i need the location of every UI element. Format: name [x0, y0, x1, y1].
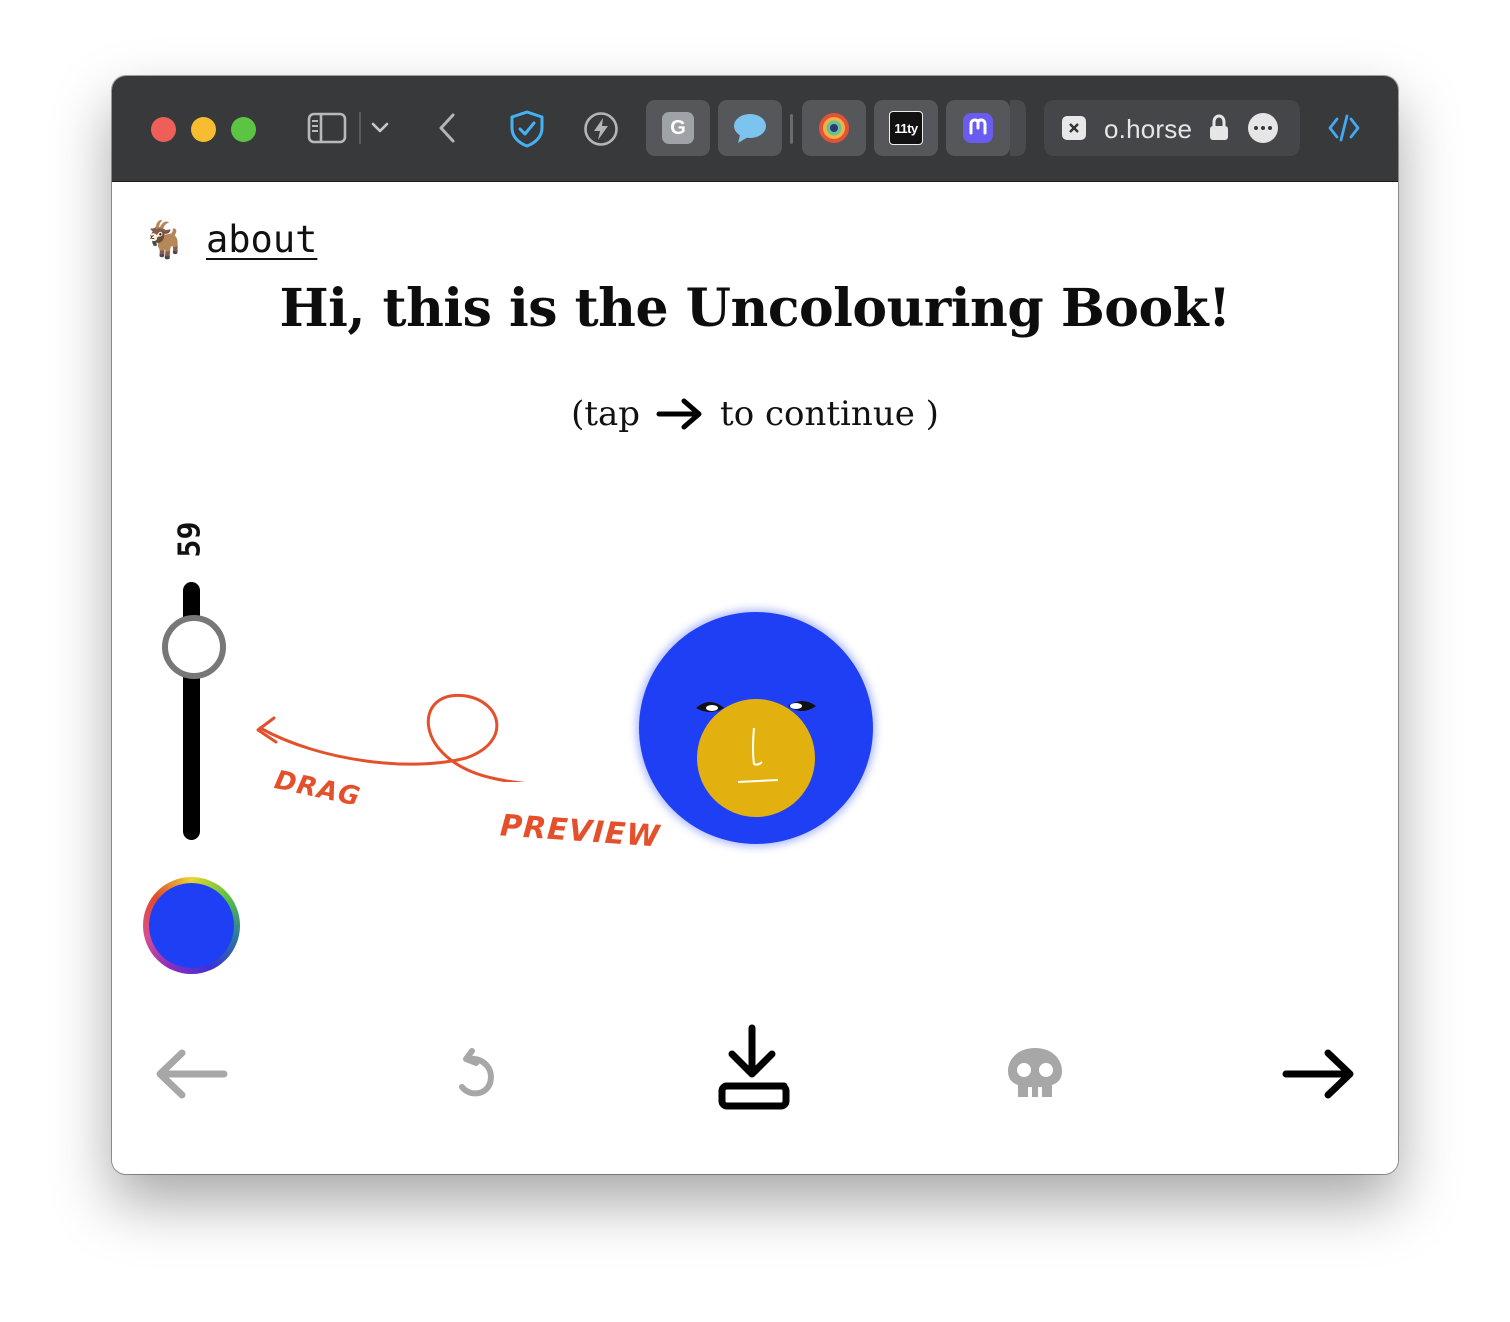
lock-icon [1210, 114, 1228, 140]
browser-window: G 11ty o.horse 🐐 about Hi, this is the U… [112, 76, 1398, 1174]
slider-value: 59 [172, 521, 208, 558]
close-window-button[interactable] [151, 117, 176, 142]
back-arrow-icon[interactable] [152, 1044, 232, 1104]
address-bar[interactable]: o.horse [1044, 100, 1300, 156]
minimize-window-button[interactable] [191, 117, 216, 142]
slider-thumb[interactable] [162, 615, 226, 679]
close-tab-icon[interactable] [1062, 116, 1086, 140]
tab-chat[interactable] [718, 100, 782, 156]
preview-label: PREVIEW [498, 808, 662, 855]
toolbar-divider [359, 112, 361, 144]
sidebar-icon[interactable] [306, 110, 348, 146]
mastodon-icon [963, 113, 993, 143]
speech-bubble-icon [734, 114, 766, 143]
hint-after: to continue ) [720, 394, 939, 434]
selected-color [149, 883, 234, 968]
g-icon: G [662, 112, 694, 144]
shield-check-icon[interactable] [506, 108, 548, 150]
right-arrow-icon [656, 398, 702, 430]
tab-g[interactable]: G [646, 100, 710, 156]
about-link[interactable]: about [206, 218, 317, 261]
skull-icon[interactable] [1000, 1038, 1070, 1108]
goat-logo: 🐐 [142, 219, 187, 260]
url-text: o.horse [1104, 114, 1193, 144]
undo-icon[interactable] [440, 1038, 510, 1108]
page-title: Hi, this is the Uncolouring Book! [279, 278, 1231, 339]
more-icon[interactable] [1248, 113, 1278, 143]
page-content: 🐐 about Hi, this is the Uncolouring Book… [112, 182, 1398, 1174]
hint-before: (tap [571, 394, 641, 434]
zoom-window-button[interactable] [231, 117, 256, 142]
continue-hint: (tap to continue ) [112, 394, 1398, 434]
tab-circle[interactable] [802, 100, 866, 156]
browser-toolbar: G 11ty o.horse [112, 76, 1398, 182]
next-arrow-icon[interactable] [1278, 1044, 1358, 1104]
lightning-icon[interactable] [582, 110, 620, 148]
code-icon[interactable] [1326, 112, 1362, 144]
color-picker[interactable] [143, 877, 240, 974]
download-icon[interactable] [712, 1020, 798, 1116]
drag-preview-annotation [256, 693, 676, 782]
11ty-icon: 11ty [889, 111, 923, 145]
tab-divider [790, 114, 793, 144]
back-icon[interactable] [432, 110, 462, 146]
tab-mastodon[interactable] [946, 100, 1010, 156]
colorful-circle-icon [819, 113, 849, 143]
tab-overflow [1010, 100, 1026, 156]
tab-11ty[interactable]: 11ty [874, 100, 938, 156]
chevron-down-icon[interactable] [368, 116, 392, 140]
preview-face [696, 699, 816, 817]
